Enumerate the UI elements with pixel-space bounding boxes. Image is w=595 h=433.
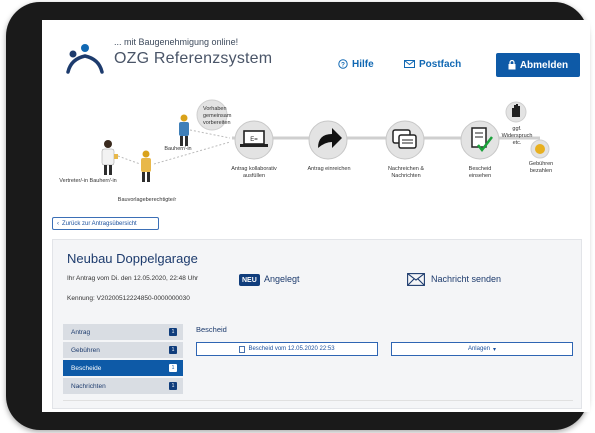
lock-icon bbox=[508, 60, 516, 70]
abmelden-label: Abmelden bbox=[519, 59, 569, 71]
step-label-1: Antrag kollaborativ ausfüllen bbox=[231, 166, 277, 179]
person-figure-left bbox=[101, 140, 118, 175]
antrag-panel: Neubau Doppelgarage Ihr Antrag vom Di. d… bbox=[52, 239, 582, 409]
antrag-submitted: Ihr Antrag vom Di. den 12.05.2020, 22:48… bbox=[67, 275, 199, 282]
step-label-4: Bescheid einsehen bbox=[468, 166, 492, 179]
step-label-2: Antrag einreichen bbox=[307, 166, 351, 172]
actor-bauvorlage: Bauvorlageberechtigte/r bbox=[117, 197, 177, 203]
bescheid-heading: Bescheid bbox=[196, 325, 227, 334]
person-figure-bauherr bbox=[179, 114, 189, 146]
process-graphic: E= bbox=[101, 99, 550, 182]
nav-item-count: 1 bbox=[169, 382, 177, 390]
status-text: Angelegt bbox=[264, 274, 300, 284]
postfach-button[interactable]: Postfach bbox=[404, 52, 461, 76]
person-figure-bauvorlage bbox=[141, 150, 151, 182]
header-tagline: ... mit Baugenehmigung online! bbox=[114, 37, 239, 47]
tablet-frame: ... mit Baugenehmigung online! OZG Refer… bbox=[6, 2, 590, 430]
document-icon bbox=[239, 345, 246, 353]
screen: ... mit Baugenehmigung online! OZG Refer… bbox=[42, 20, 590, 412]
antrag-nav: Antrag 1 Gebühren 1 Bescheide 1 Nachrich… bbox=[63, 324, 183, 396]
envelope-icon[interactable] bbox=[407, 273, 425, 286]
nav-item-label: Antrag bbox=[71, 328, 91, 336]
anlagen-dropdown[interactable]: Anlagen ▾ bbox=[391, 342, 573, 356]
divider bbox=[63, 400, 573, 401]
nav-item-nachrichten[interactable]: Nachrichten 1 bbox=[63, 378, 183, 394]
app-title: OZG Referenzsystem bbox=[114, 50, 273, 67]
postfach-label: Postfach bbox=[419, 58, 462, 70]
new-badge: NEU bbox=[239, 274, 260, 286]
nav-item-bescheide[interactable]: Bescheide 1 bbox=[63, 360, 183, 376]
logo-people-icon bbox=[66, 44, 104, 74]
coin-icon bbox=[535, 144, 545, 154]
app-header: ... mit Baugenehmigung online! OZG Refer… bbox=[42, 20, 590, 90]
process-overview: E= Vorhaben gemeinsam vorbereiten Vertre… bbox=[42, 92, 590, 210]
back-link-label: Zurück zur Antragsübersicht bbox=[62, 220, 137, 227]
nav-item-count: 1 bbox=[169, 346, 177, 354]
actor-bauherr: Bauherr/-in bbox=[164, 146, 192, 152]
hilfe-label: Hilfe bbox=[352, 58, 374, 70]
nav-item-label: Bescheide bbox=[71, 364, 102, 372]
abmelden-button[interactable]: Abmelden bbox=[496, 53, 580, 77]
antrag-title: Neubau Doppelgarage bbox=[67, 251, 198, 266]
bescheid-document-label: Bescheid vom 12.05.2020 22:53 bbox=[248, 346, 335, 352]
vorhaben-note: Vorhaben gemeinsam vorbereiten bbox=[203, 106, 232, 126]
gebuehren-label: Gebühren bezahlen bbox=[528, 161, 554, 174]
antrag-kennung: Kennung: V20200512224850-0000000030 bbox=[67, 295, 190, 302]
actor-vertreter: Vertreter/-in Bauherr/-in bbox=[59, 178, 117, 184]
send-message-link[interactable]: Nachricht senden bbox=[431, 274, 501, 284]
nav-item-gebuehren[interactable]: Gebühren 1 bbox=[63, 342, 183, 358]
back-to-overview-link[interactable]: ‹ Zurück zur Antragsübersicht bbox=[52, 217, 159, 230]
nav-item-count: 1 bbox=[169, 364, 177, 372]
help-icon: ? bbox=[338, 59, 348, 69]
laptop-icon: E= bbox=[240, 130, 268, 147]
svg-text:E=: E= bbox=[250, 137, 258, 143]
nav-item-label: Gebühren bbox=[71, 346, 100, 354]
svg-text:?: ? bbox=[341, 61, 345, 68]
anlagen-label: Anlagen bbox=[467, 346, 490, 352]
mail-icon bbox=[404, 60, 415, 68]
hilfe-button[interactable]: ? Hilfe bbox=[338, 52, 374, 76]
nav-item-label: Nachrichten bbox=[71, 382, 106, 390]
step-label-3: Nachreichen & Nachrichten bbox=[387, 166, 425, 179]
bescheid-document-button[interactable]: Bescheid vom 12.05.2020 22:53 bbox=[196, 342, 378, 356]
nav-item-count: 1 bbox=[169, 328, 177, 336]
nav-item-antrag[interactable]: Antrag 1 bbox=[63, 324, 183, 340]
chevron-left-icon: ‹ bbox=[57, 220, 59, 227]
caret-down-icon: ▾ bbox=[493, 346, 497, 353]
widerspruch-label: ggf. Widerspruch etc. bbox=[501, 126, 533, 146]
